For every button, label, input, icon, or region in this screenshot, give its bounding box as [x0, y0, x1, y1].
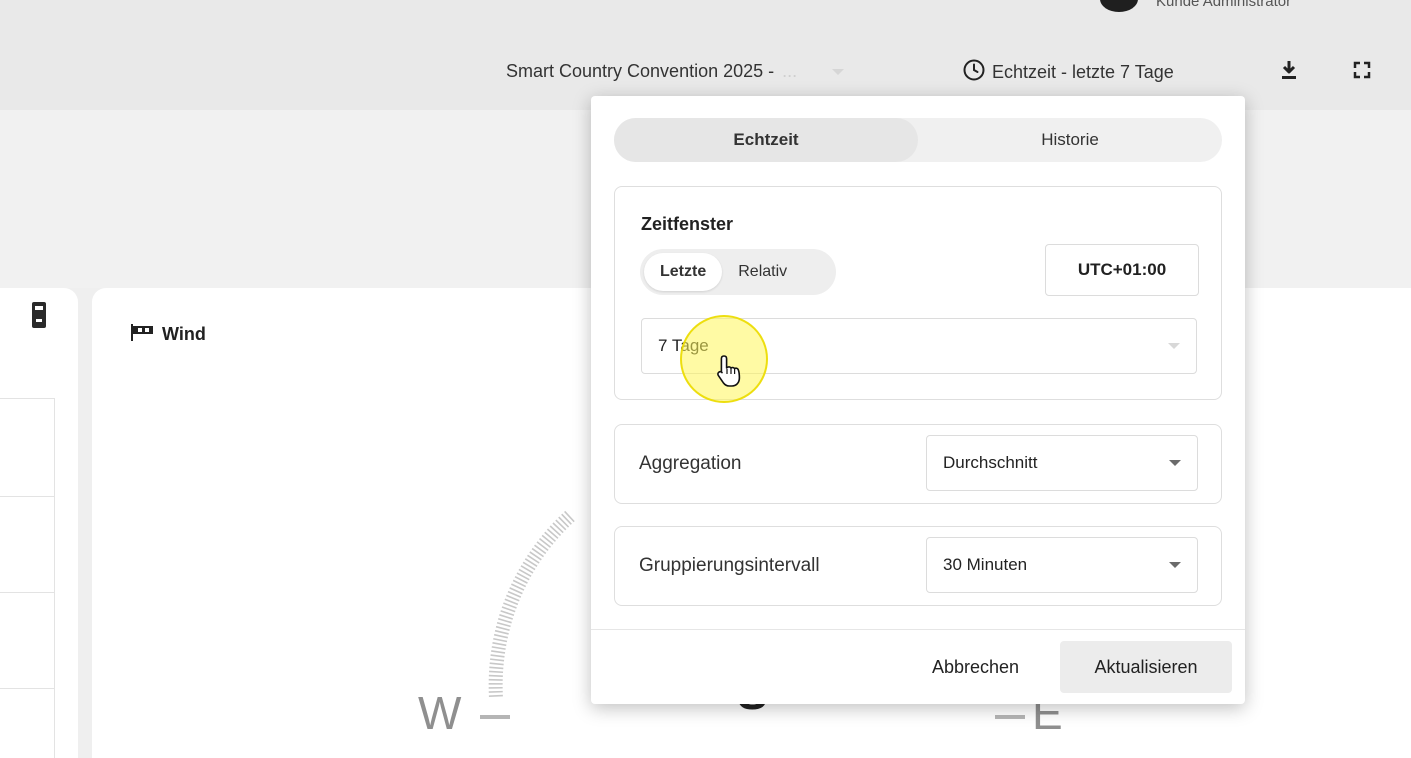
cancel-button[interactable]: Abbrechen	[932, 641, 1019, 693]
download-icon[interactable]	[1275, 56, 1303, 84]
aggregation-label: Aggregation	[639, 453, 742, 474]
time-range-popup: Echtzeit Historie Zeitfenster Letzte Rel…	[591, 96, 1245, 704]
aggregation-select[interactable]: Durchschnitt	[926, 435, 1198, 491]
aggregation-value: Durchschnitt	[943, 453, 1038, 472]
tab-letzte[interactable]: Letzte	[644, 253, 723, 291]
compass-west-label: W	[418, 687, 462, 739]
compass-west-tick	[480, 715, 510, 719]
device-icon[interactable]	[32, 302, 46, 333]
dashboard-select-label: Smart Country Convention 2025 -	[506, 61, 775, 81]
timezone-button[interactable]: UTC+01:00	[1045, 244, 1199, 296]
tab-relativ[interactable]: Relativ	[722, 253, 803, 291]
grouping-section: Gruppierungsintervall 30 Minuten	[614, 526, 1222, 606]
tab-historie[interactable]: Historie	[918, 118, 1222, 162]
table-divider	[0, 592, 54, 593]
time-range-button[interactable]: Echtzeit - letzte 7 Tage	[962, 58, 1174, 87]
time-mode-tabs: Echtzeit Historie	[614, 118, 1222, 162]
update-button[interactable]: Aktualisieren	[1060, 641, 1232, 693]
dashboard-select-ellipsis: ...	[782, 61, 798, 81]
grouping-label: Gruppierungsintervall	[639, 555, 820, 576]
popup-footer-divider	[591, 629, 1245, 630]
grouping-select[interactable]: 30 Minuten	[926, 537, 1198, 593]
chevron-down-icon	[1169, 562, 1181, 568]
chevron-down-icon	[1169, 460, 1181, 466]
chevron-down-icon	[1168, 343, 1180, 349]
left-widget-card	[0, 288, 78, 758]
table-border	[54, 398, 55, 758]
windsock-icon	[130, 323, 156, 346]
chevron-down-icon	[832, 68, 845, 75]
zeitfenster-mode-tabs: Letzte Relativ	[640, 249, 836, 295]
table-divider	[0, 688, 54, 689]
grouping-value: 30 Minuten	[943, 555, 1028, 574]
aggregation-section: Aggregation Durchschnitt	[614, 424, 1222, 504]
zeitfenster-title: Zeitfenster	[641, 214, 734, 234]
user-avatar[interactable]	[1100, 0, 1138, 12]
user-name[interactable]: Kunde Administrator	[1156, 0, 1291, 10]
hand-cursor-icon	[715, 354, 745, 393]
compass-east-tick	[995, 715, 1025, 719]
dashboard-select[interactable]: Smart Country Convention 2025 - ...	[506, 61, 845, 82]
compass-tick-ring	[488, 510, 575, 699]
table-divider	[0, 496, 54, 497]
fullscreen-icon[interactable]	[1348, 56, 1376, 84]
wind-title: Wind	[130, 323, 206, 346]
table-divider	[0, 398, 54, 399]
clock-icon	[962, 58, 986, 87]
wind-title-label: Wind	[162, 324, 206, 344]
time-range-label: Echtzeit - letzte 7 Tage	[992, 62, 1174, 82]
top-toolbar: Kunde Administrator Smart Country Conven…	[0, 0, 1411, 110]
tab-echtzeit[interactable]: Echtzeit	[614, 118, 918, 162]
